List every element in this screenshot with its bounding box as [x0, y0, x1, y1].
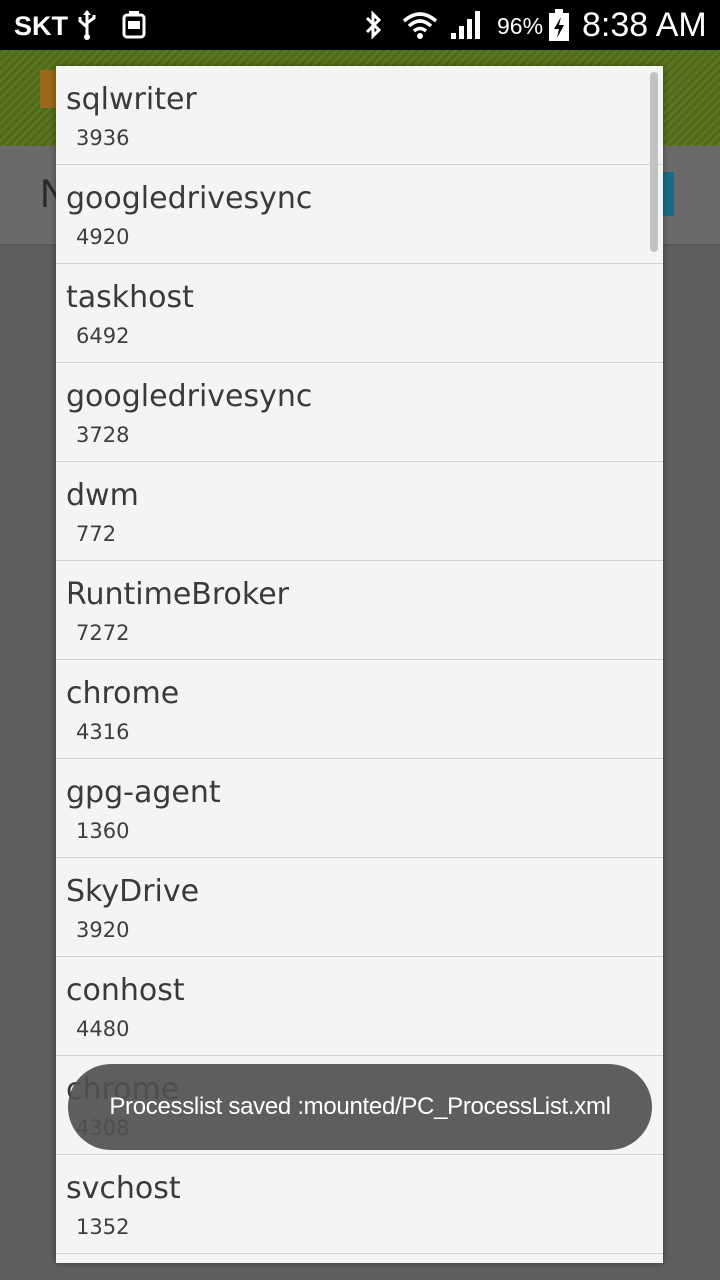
- process-name: gpg-agent: [66, 775, 221, 810]
- process-pid: 1360: [76, 819, 130, 843]
- process-list-item[interactable]: dwm 772: [56, 462, 663, 561]
- process-list-item[interactable]: gpg-agent 1360: [56, 759, 663, 858]
- process-list-item[interactable]: RuntimeBroker 7272: [56, 561, 663, 660]
- usb-icon: [74, 9, 100, 41]
- process-pid: 3936: [76, 126, 130, 150]
- bluetooth-icon: [358, 9, 388, 41]
- process-list-item[interactable]: svchost 1352: [56, 1155, 663, 1254]
- battery-charging-icon: [546, 9, 572, 41]
- process-pid: 4920: [76, 225, 130, 249]
- toast-text: Processlist saved :mounted/PC_ProcessLis…: [109, 1093, 611, 1120]
- process-pid: 772: [76, 522, 117, 546]
- clock: 8:38 AM: [582, 6, 707, 44]
- process-name: sqlwriter: [66, 82, 197, 117]
- process-pid: 4480: [76, 1017, 130, 1041]
- process-list-item[interactable]: SkyDrive 3920: [56, 858, 663, 957]
- process-pid: 3728: [76, 423, 130, 447]
- process-name: svchost: [66, 1171, 181, 1206]
- process-pid: 6492: [76, 324, 130, 348]
- process-pid: 3920: [76, 918, 130, 942]
- toast-message: Processlist saved :mounted/PC_ProcessLis…: [68, 1064, 652, 1150]
- process-list-item[interactable]: sqlwriter 3936: [56, 66, 663, 165]
- app-subbar-button: [662, 172, 674, 216]
- process-name: chrome: [66, 676, 180, 711]
- process-list-item[interactable]: googledrivesync 3728: [56, 363, 663, 462]
- scrollbar[interactable]: [650, 72, 658, 252]
- process-pid: 7272: [76, 621, 130, 645]
- process-name: dwm: [66, 478, 139, 513]
- process-pid: 4316: [76, 720, 130, 744]
- process-pid: 1352: [76, 1215, 130, 1239]
- process-list-item[interactable]: taskhost 6492: [56, 264, 663, 363]
- process-list-item[interactable]: googledrivesync 4920: [56, 165, 663, 264]
- wifi-icon: [400, 9, 440, 41]
- process-name: googledrivesync: [66, 181, 313, 216]
- carrier-label: SKT: [14, 11, 68, 41]
- process-name: SkyDrive: [66, 874, 200, 909]
- process-name: RuntimeBroker: [66, 577, 290, 612]
- signal-icon: [448, 9, 484, 41]
- process-list-item[interactable]: conhost 4480: [56, 957, 663, 1056]
- device-icon: [120, 9, 148, 41]
- process-name: taskhost: [66, 280, 194, 315]
- battery-percent: 96%: [497, 13, 544, 39]
- process-list-item[interactable]: chrome 4316: [56, 660, 663, 759]
- process-name: googledrivesync: [66, 379, 313, 414]
- status-bar: SKT 96% 8:38 AM: [0, 0, 720, 50]
- process-name: conhost: [66, 973, 185, 1008]
